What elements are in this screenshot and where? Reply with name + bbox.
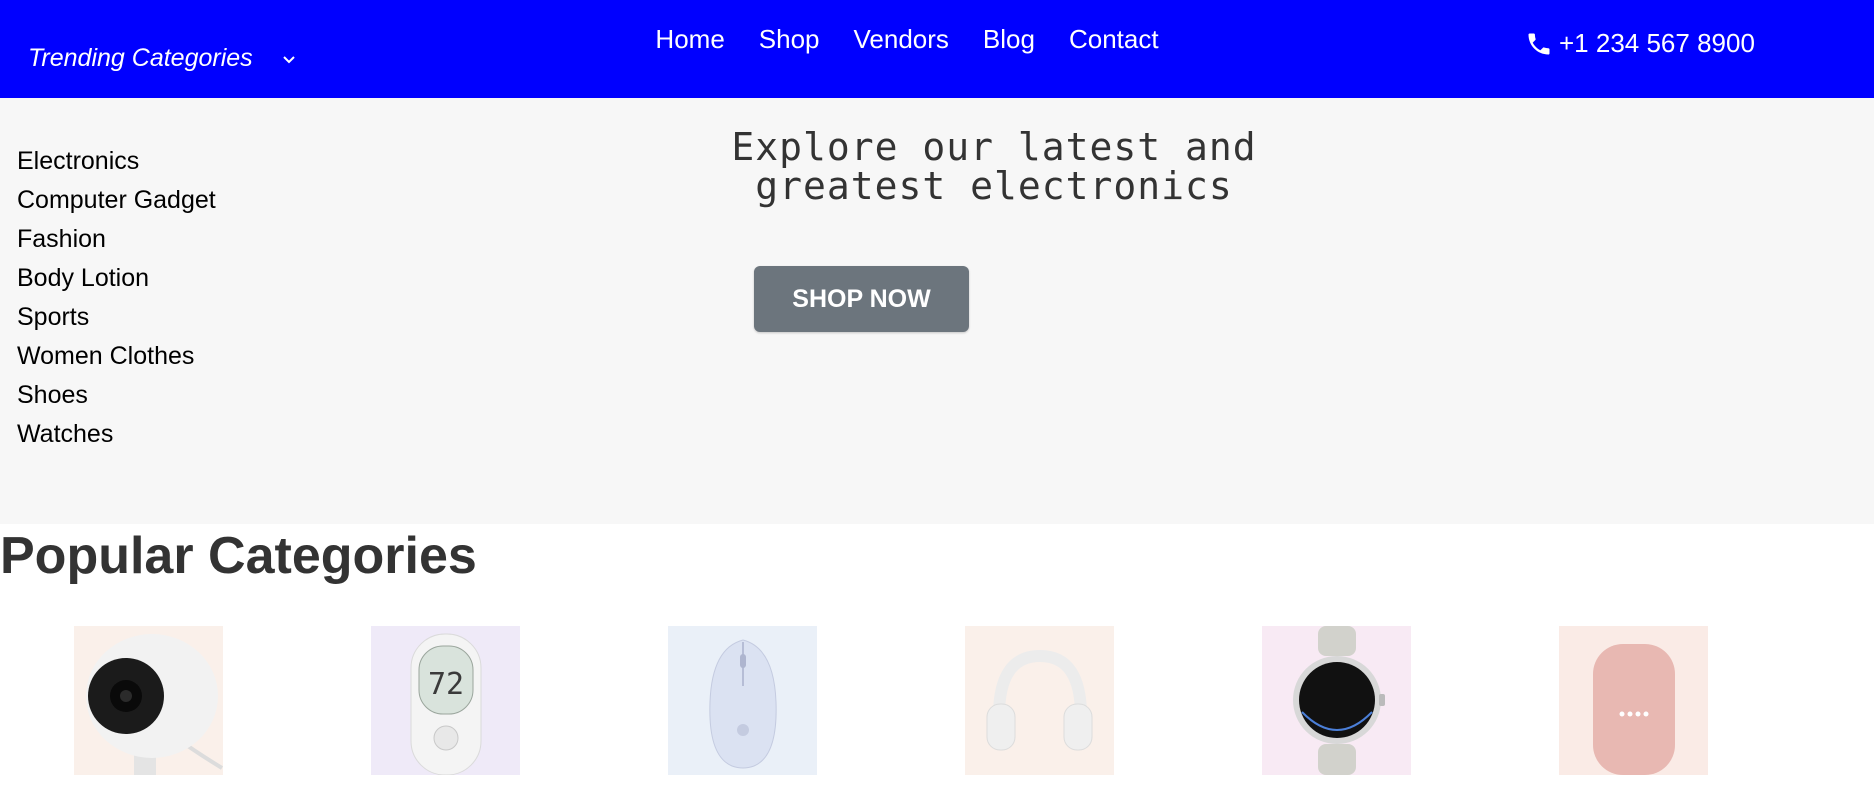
computer-mouse-icon (668, 626, 817, 775)
thermostat-icon: 72 (371, 626, 520, 775)
product-tile-thermostat[interactable]: 72 (371, 626, 520, 775)
security-camera-icon (74, 626, 223, 775)
top-header: Trending Categories Home Shop Vendors Bl… (0, 0, 1874, 98)
category-item-shoes[interactable]: Shoes (17, 376, 216, 415)
popular-categories-title: Popular Categories (0, 527, 477, 585)
nav-shop[interactable]: Shop (759, 24, 820, 55)
smartwatch-icon (1262, 626, 1411, 775)
phone-number: +1 234 567 8900 (1559, 28, 1755, 58)
nav-vendors[interactable]: Vendors (854, 24, 949, 55)
category-item-women-clothes[interactable]: Women Clothes (17, 337, 216, 376)
hero-section: Electronics Computer Gadget Fashion Body… (0, 98, 1874, 524)
category-item-sports[interactable]: Sports (17, 298, 216, 337)
category-item-fashion[interactable]: Fashion (17, 220, 216, 259)
hero-title: Explore our latest and greatest electron… (731, 125, 1257, 208)
shop-now-button[interactable]: SHOP NOW (754, 266, 969, 332)
product-tile-speaker[interactable] (1559, 626, 1708, 775)
product-tile-watch[interactable] (1262, 626, 1411, 775)
nav-blog[interactable]: Blog (983, 24, 1035, 55)
phone-contact[interactable]: +1 234 567 8900 (1525, 28, 1755, 59)
nav-contact[interactable]: Contact (1069, 24, 1159, 55)
category-item-electronics[interactable]: Electronics (17, 142, 216, 181)
nav-home[interactable]: Home (655, 24, 724, 55)
category-item-computer-gadget[interactable]: Computer Gadget (17, 181, 216, 220)
thermostat-display: 72 (428, 667, 464, 702)
category-item-body-lotion[interactable]: Body Lotion (17, 259, 216, 298)
phone-icon (1528, 33, 1550, 54)
product-tile-mouse[interactable] (668, 626, 817, 775)
headphones-icon (965, 626, 1114, 775)
category-list: Electronics Computer Gadget Fashion Body… (17, 142, 216, 454)
category-item-watches[interactable]: Watches (17, 415, 216, 454)
product-tile-camera[interactable] (74, 626, 223, 775)
smart-speaker-icon (1559, 626, 1708, 775)
product-tile-headphones[interactable] (965, 626, 1114, 775)
